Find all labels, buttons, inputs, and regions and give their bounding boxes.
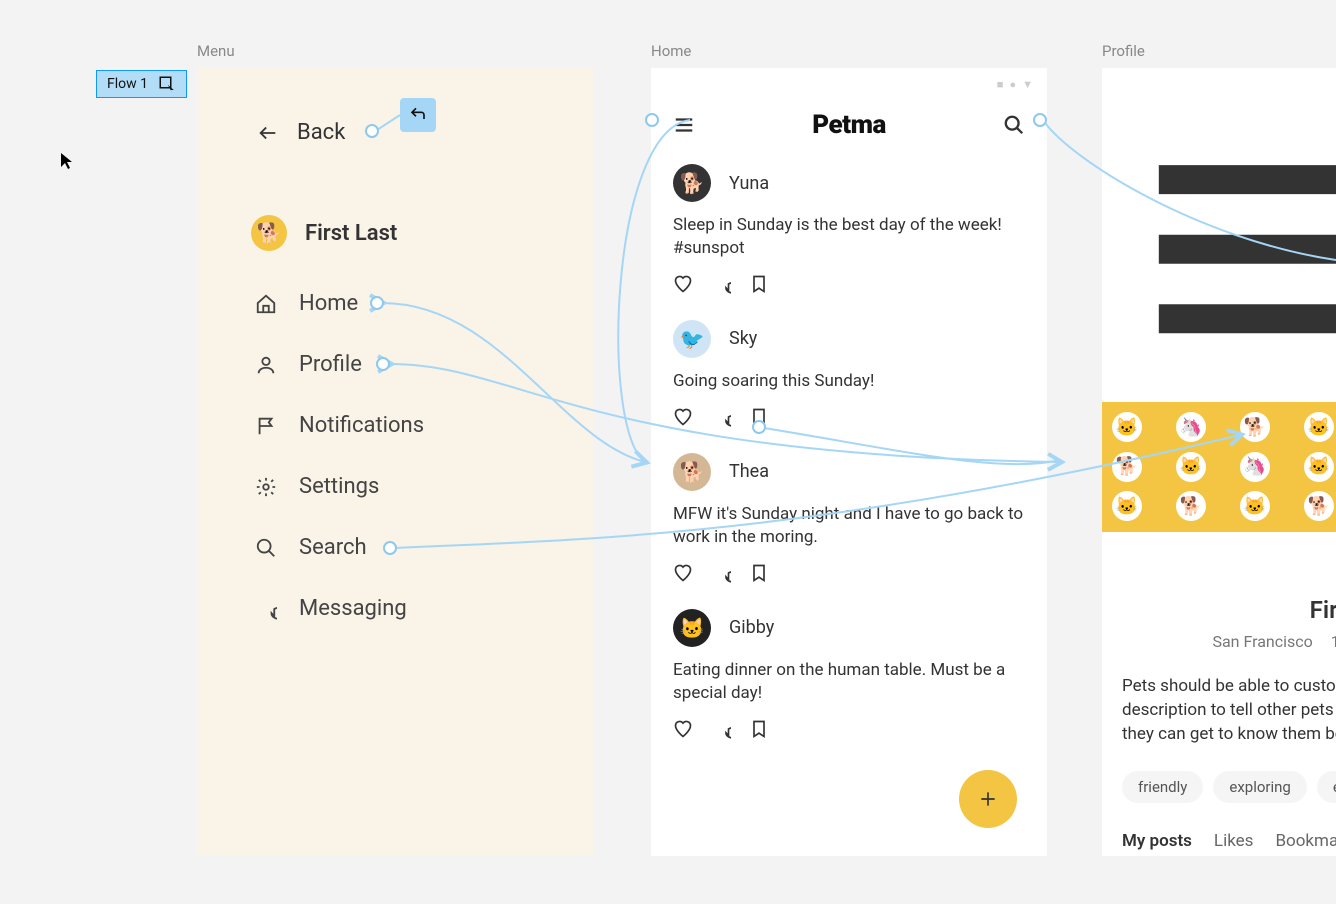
cover-emoji: 🐱	[1176, 452, 1206, 482]
chat-icon	[255, 598, 277, 620]
profile-tag[interactable]: eating	[1317, 771, 1336, 803]
post: 🐦 Sky Going soaring this Sunday!	[673, 320, 1025, 427]
search-icon	[255, 537, 277, 559]
plus-icon	[978, 789, 998, 809]
home-icon	[255, 293, 277, 315]
brand-logo: Petma	[812, 110, 886, 140]
tab-bookmarks[interactable]: Bookmarks	[1275, 831, 1336, 856]
post: 🐱 Gibby Eating dinner on the human table…	[673, 609, 1025, 739]
avatar[interactable]: 🐕	[673, 453, 711, 491]
avatar: 🐕	[251, 215, 287, 251]
sidebar-item-messaging[interactable]: Messaging	[255, 596, 593, 621]
new-post-button[interactable]	[959, 770, 1017, 828]
heart-icon[interactable]	[673, 719, 693, 739]
tab-my posts[interactable]: My posts	[1122, 831, 1192, 856]
sidebar-item-search[interactable]: Search	[255, 535, 593, 560]
tab-likes[interactable]: Likes	[1214, 831, 1254, 856]
hotspot[interactable]	[376, 357, 390, 371]
post-author[interactable]: Yuna	[729, 173, 769, 194]
frame-profile[interactable]: Petma 🐱🦄🐕🐱🦄🐕🐕🐱🦄🐱🐕🐱🐱🐕🐱🐕🦄🐕🐕 First Last San…	[1102, 68, 1336, 856]
heart-icon[interactable]	[673, 407, 693, 427]
post-body: MFW it's Sunday night and I have to go b…	[673, 503, 1025, 549]
profile-name: First Last	[305, 221, 397, 246]
bookmark-icon[interactable]	[749, 274, 769, 294]
post-body: Eating dinner on the human table. Must b…	[673, 659, 1025, 705]
avatar[interactable]: 🐦	[673, 320, 711, 358]
profile-name: First Last	[1102, 596, 1336, 624]
gear-icon	[255, 476, 277, 498]
post-body: Going soaring this Sunday!	[673, 370, 1025, 393]
frame-label-profile[interactable]: Profile	[1102, 42, 1145, 60]
play-frame-icon	[158, 75, 176, 93]
flow-badge[interactable]: Flow 1	[96, 70, 187, 98]
flow-label: Flow 1	[107, 76, 148, 92]
flag-icon	[255, 415, 277, 437]
sidebar-item-label: Messaging	[299, 596, 407, 621]
comment-icon[interactable]	[711, 563, 731, 583]
sidebar-item-profile-header[interactable]: 🐕 First Last	[197, 145, 593, 251]
sidebar-item-notifications[interactable]: Notifications	[255, 413, 593, 438]
back-label: Back	[297, 120, 345, 145]
sidebar-item-label: Settings	[299, 474, 379, 499]
sidebar-item-label: Profile	[299, 352, 362, 377]
post-author[interactable]: Sky	[729, 328, 757, 349]
profile-location: San Francisco	[1212, 632, 1312, 651]
frame-label-menu[interactable]: Menu	[197, 42, 235, 60]
comment-icon[interactable]	[711, 274, 731, 294]
cover-emoji: 🐕	[1112, 452, 1142, 482]
frame-home[interactable]: ■●▼ Petma 🐕 Yuna Sleep in Sunday is the …	[651, 68, 1047, 856]
cover-emoji: 🐕	[1240, 412, 1270, 442]
cover-emoji: 🐱	[1304, 452, 1334, 482]
cover-emoji: 🦄	[1176, 412, 1206, 442]
frame-label-home[interactable]: Home	[651, 42, 691, 60]
hotspot[interactable]	[370, 296, 384, 310]
post-body: Sleep in Sunday is the best day of the w…	[673, 214, 1025, 260]
post: 🐕 Yuna Sleep in Sunday is the best day o…	[673, 164, 1025, 294]
sidebar-item-home[interactable]: Home	[255, 291, 593, 316]
cover-emoji: 🐱	[1112, 412, 1142, 442]
cover-emoji: 🐱	[1304, 412, 1334, 442]
hamburger-icon[interactable]	[673, 114, 695, 136]
search-icon[interactable]	[1003, 114, 1025, 136]
cover-emoji: 🐱	[1112, 491, 1142, 521]
post-author[interactable]: Thea	[729, 461, 769, 482]
comment-icon[interactable]	[711, 407, 731, 427]
heart-icon[interactable]	[673, 563, 693, 583]
profile-tag[interactable]: exploring	[1213, 771, 1306, 803]
frame-menu[interactable]: Back 🐕 First Last Home Profile Notificat…	[197, 68, 593, 856]
arrow-left-icon	[257, 122, 279, 144]
hotspot[interactable]	[365, 124, 379, 138]
hotspot[interactable]	[645, 113, 659, 127]
cover-emoji: 🐱	[1240, 491, 1270, 521]
avatar[interactable]: 🐕	[673, 164, 711, 202]
window-controls: ■●▼	[997, 78, 1033, 91]
profile-cover: 🐱🦄🐕🐱🦄🐕🐕🐱🦄🐱🐕🐱🐱🐕🐱🐕🦄🐕🐕	[1102, 402, 1336, 532]
cover-emoji: 🐕	[1304, 491, 1334, 521]
avatar[interactable]: 🐱	[673, 609, 711, 647]
back-connection-icon[interactable]	[400, 98, 436, 132]
comment-icon[interactable]	[711, 719, 731, 739]
sidebar-item-label: Search	[299, 535, 367, 560]
sidebar-item-label: Home	[299, 291, 358, 316]
bookmark-icon[interactable]	[749, 719, 769, 739]
profile-tag[interactable]: friendly	[1122, 771, 1203, 803]
back-button[interactable]: Back	[197, 68, 593, 145]
hotspot[interactable]	[383, 541, 397, 555]
bookmark-icon[interactable]	[749, 563, 769, 583]
sidebar-item-label: Notifications	[299, 413, 424, 438]
heart-icon[interactable]	[673, 274, 693, 294]
post: 🐕 Thea MFW it's Sunday night and I have …	[673, 453, 1025, 583]
user-icon	[255, 354, 277, 376]
post-author[interactable]: Gibby	[729, 617, 774, 638]
hotspot[interactable]	[752, 420, 766, 434]
sidebar-item-settings[interactable]: Settings	[255, 474, 593, 499]
cursor-icon	[60, 152, 74, 174]
hotspot[interactable]	[1033, 113, 1047, 127]
cover-emoji: 🦄	[1240, 452, 1270, 482]
profile-bio: Pets should be able to customize this de…	[1102, 651, 1336, 746]
profile-followers: 184 followers	[1331, 632, 1336, 651]
sidebar-item-profile[interactable]: Profile	[255, 352, 593, 377]
cover-emoji: 🐕	[1176, 491, 1206, 521]
hamburger-icon[interactable]	[1124, 110, 1336, 388]
